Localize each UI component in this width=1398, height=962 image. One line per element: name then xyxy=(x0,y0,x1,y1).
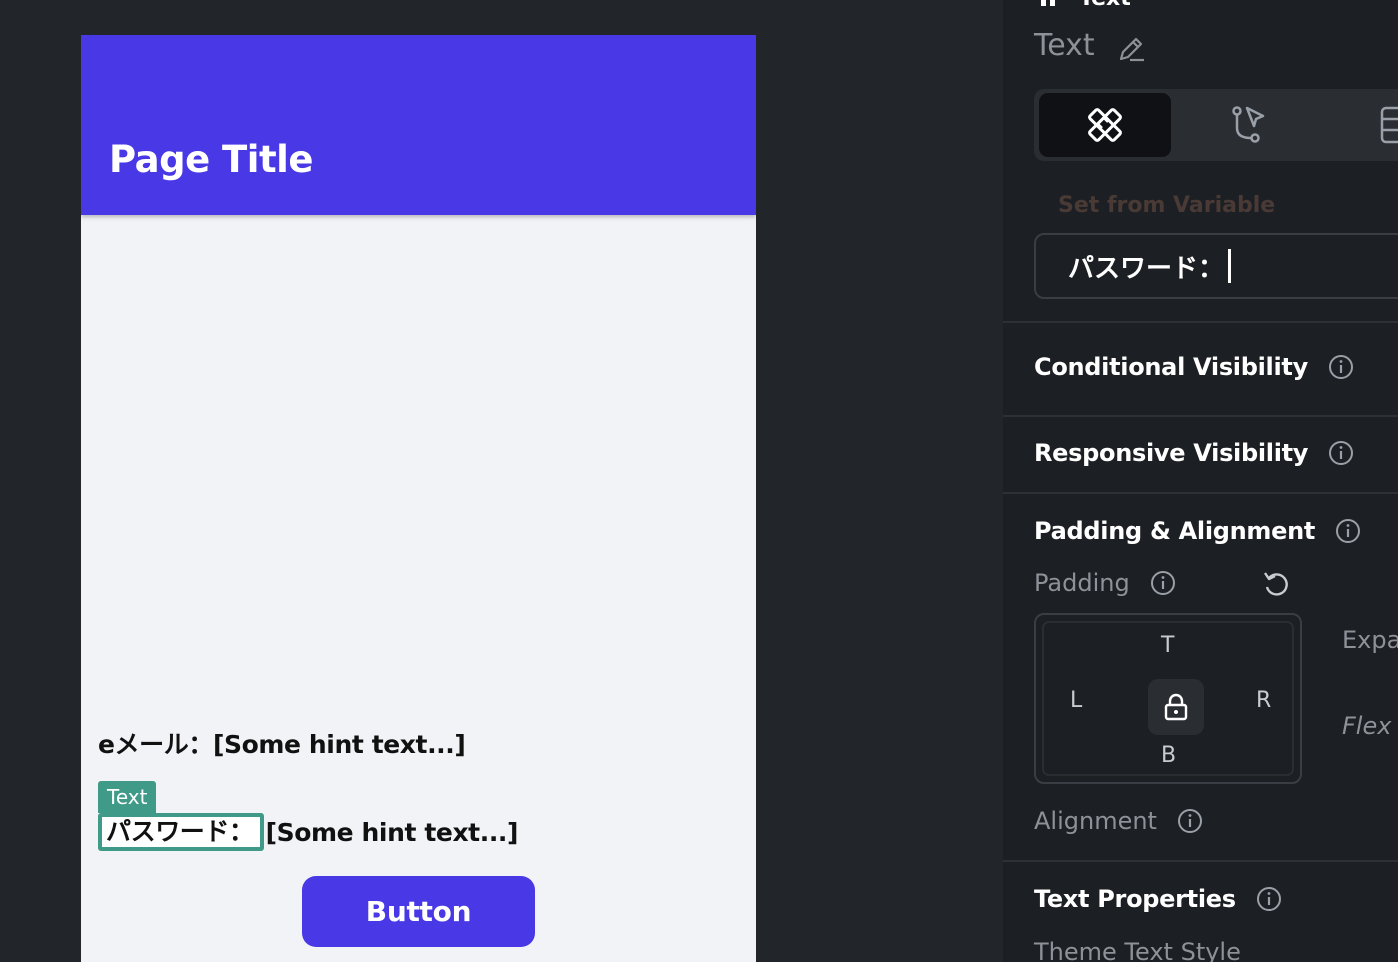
reset-icon[interactable] xyxy=(1261,569,1291,599)
properties-tab[interactable] xyxy=(1039,93,1171,157)
database-icon xyxy=(1380,106,1398,144)
responsive-visibility-section[interactable]: Responsive Visibility xyxy=(1034,439,1354,467)
padding-lock-button[interactable] xyxy=(1148,679,1204,735)
panel-header-label: Text xyxy=(1079,0,1131,11)
padding-right[interactable]: R xyxy=(1256,688,1271,713)
info-icon[interactable] xyxy=(1177,808,1203,834)
divider xyxy=(1003,321,1398,323)
edit-pencil-icon[interactable] xyxy=(1115,33,1147,65)
app-bar[interactable]: Page Title xyxy=(81,35,756,215)
padding-label-row: Padding xyxy=(1034,569,1176,597)
padding-editor: T L R B xyxy=(1034,613,1302,784)
padding-left[interactable]: L xyxy=(1070,688,1082,713)
section-title: Responsive Visibility xyxy=(1034,439,1309,467)
text-caret xyxy=(1228,249,1232,283)
info-icon[interactable] xyxy=(1335,518,1361,544)
text-properties-section: Text Properties xyxy=(1034,885,1282,913)
set-from-variable-button[interactable]: Set from Variable xyxy=(1058,193,1275,218)
flex-label: Flex xyxy=(1342,712,1392,740)
section-title: Padding & Alignment xyxy=(1034,517,1316,545)
text-value-input[interactable]: パスワード： xyxy=(1034,233,1398,299)
password-label-selected[interactable]: パスワード： xyxy=(98,813,264,851)
divider xyxy=(1003,492,1398,494)
padding-bottom[interactable]: B xyxy=(1161,743,1176,768)
padding-top[interactable]: T xyxy=(1161,633,1174,658)
info-icon[interactable] xyxy=(1150,570,1176,596)
branch-cursor-icon xyxy=(1232,106,1265,143)
app-button[interactable]: Button xyxy=(302,876,535,947)
backend-query-tab[interactable] xyxy=(1334,93,1398,157)
theme-text-style-label: Theme Text Style xyxy=(1034,938,1241,962)
info-icon[interactable] xyxy=(1328,440,1354,466)
padding-label: Padding xyxy=(1034,569,1130,597)
properties-panel: Text Text xyxy=(1003,0,1398,962)
divider xyxy=(1003,860,1398,862)
alignment-label-row: Alignment xyxy=(1034,807,1203,835)
password-hint-text[interactable]: [Some hint text...] xyxy=(266,818,519,847)
email-row-text[interactable]: eメール：[Some hint text...] xyxy=(98,725,466,761)
section-title: Conditional Visibility xyxy=(1034,353,1308,381)
info-icon[interactable] xyxy=(1256,886,1282,912)
widget-name: Text xyxy=(1034,28,1095,63)
lock-icon xyxy=(1164,693,1188,721)
ruler-pencil-icon xyxy=(1088,108,1122,142)
password-row: パスワード： [Some hint text...] xyxy=(98,813,518,851)
text-value: パスワード： xyxy=(1068,253,1225,284)
padding-alignment-section: Padding & Alignment xyxy=(1034,517,1361,545)
info-icon[interactable] xyxy=(1328,354,1354,380)
selection-tag: Text xyxy=(98,781,157,813)
page-title[interactable]: Page Title xyxy=(109,138,313,181)
alignment-label: Alignment xyxy=(1034,807,1157,835)
padding-editor-inner: T L R B xyxy=(1042,621,1294,776)
expanded-label: Expa xyxy=(1342,626,1398,654)
text-widget-icon xyxy=(1041,0,1055,6)
phone-preview: Page Title eメール：[Some hint text...] Text… xyxy=(81,35,756,962)
conditional-visibility-section[interactable]: Conditional Visibility xyxy=(1034,353,1354,381)
panel-tabs xyxy=(1034,89,1398,161)
section-title: Text Properties xyxy=(1034,885,1236,913)
actions-tab[interactable] xyxy=(1182,93,1314,157)
divider xyxy=(1003,415,1398,417)
